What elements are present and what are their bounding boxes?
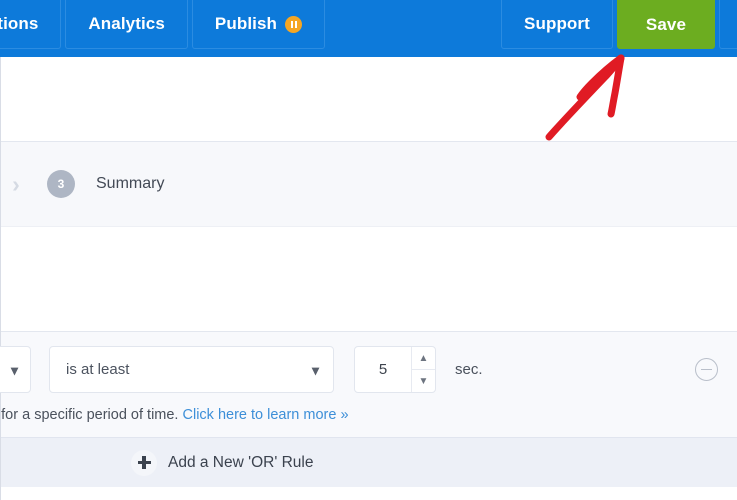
step-number-badge: 3 [47,170,75,198]
nav-item-label: Analytics [88,14,165,33]
plus-icon [131,449,157,476]
nav-item-support[interactable]: Support [501,0,613,49]
step-label: Summary [96,175,165,192]
upper-blank-area [1,57,737,141]
duration-input-value[interactable]: 5 [355,347,411,392]
chevron-down-icon: ▾ [311,361,319,378]
rule-band-spacer [1,423,737,437]
page-body: › 3 Summary ▾ is at least ▾ 5 ▲ ▼ sec. g… [0,57,737,500]
middle-blank-area [1,227,737,331]
nav-right-group: Support Save [501,0,737,49]
chevron-right-icon: › [12,170,20,197]
nav-item-overflow[interactable] [719,0,737,49]
remove-rule-button[interactable] [695,358,718,381]
add-or-rule-label: Add a New 'OR' Rule [168,453,314,471]
operator-select[interactable]: ▾ [0,346,31,393]
nav-item-label: Publish [214,14,278,33]
condition-select-value: is at least [66,361,130,378]
nav-item-label: Support [524,14,590,33]
nav-item-integrations[interactable]: egrations [0,0,62,49]
learn-more-link[interactable]: Click here to learn more » [183,407,349,423]
rule-band: ▾ is at least ▾ 5 ▲ ▼ sec. ge for a spec… [0,331,737,437]
stepper-arrows: ▲ ▼ [411,347,435,392]
save-button[interactable]: Save [616,0,715,49]
pause-badge-icon [285,15,303,33]
step-summary-row[interactable]: › 3 Summary [1,141,737,227]
nav-left-group: egrations Analytics Publish [0,0,329,49]
nav-item-analytics[interactable]: Analytics [65,0,188,49]
add-rule-band: Add a New 'OR' Rule [1,437,737,487]
duration-stepper[interactable]: 5 ▲ ▼ [354,346,436,393]
stepper-up-icon[interactable]: ▲ [412,347,435,370]
top-navigation-bar: egrations Analytics Publish Support Save [0,0,737,57]
rule-hint-text: ge for a specific period of time. Click … [0,393,737,423]
save-button-label: Save [645,14,686,34]
app-root: egrations Analytics Publish Support Save [0,0,737,500]
nav-item-label: egrations [0,14,39,33]
stepper-down-icon[interactable]: ▼ [412,370,435,392]
chevron-down-icon: ▾ [10,361,18,378]
minus-circle-icon [701,368,712,371]
duration-unit-label: sec. [455,361,483,378]
rule-hint-label: ge for a specific period of time. [0,407,179,423]
condition-select[interactable]: is at least ▾ [49,346,334,393]
nav-item-publish[interactable]: Publish [191,0,326,49]
rule-row: ▾ is at least ▾ 5 ▲ ▼ sec. [0,346,737,393]
add-or-rule-button[interactable]: Add a New 'OR' Rule [131,449,314,476]
